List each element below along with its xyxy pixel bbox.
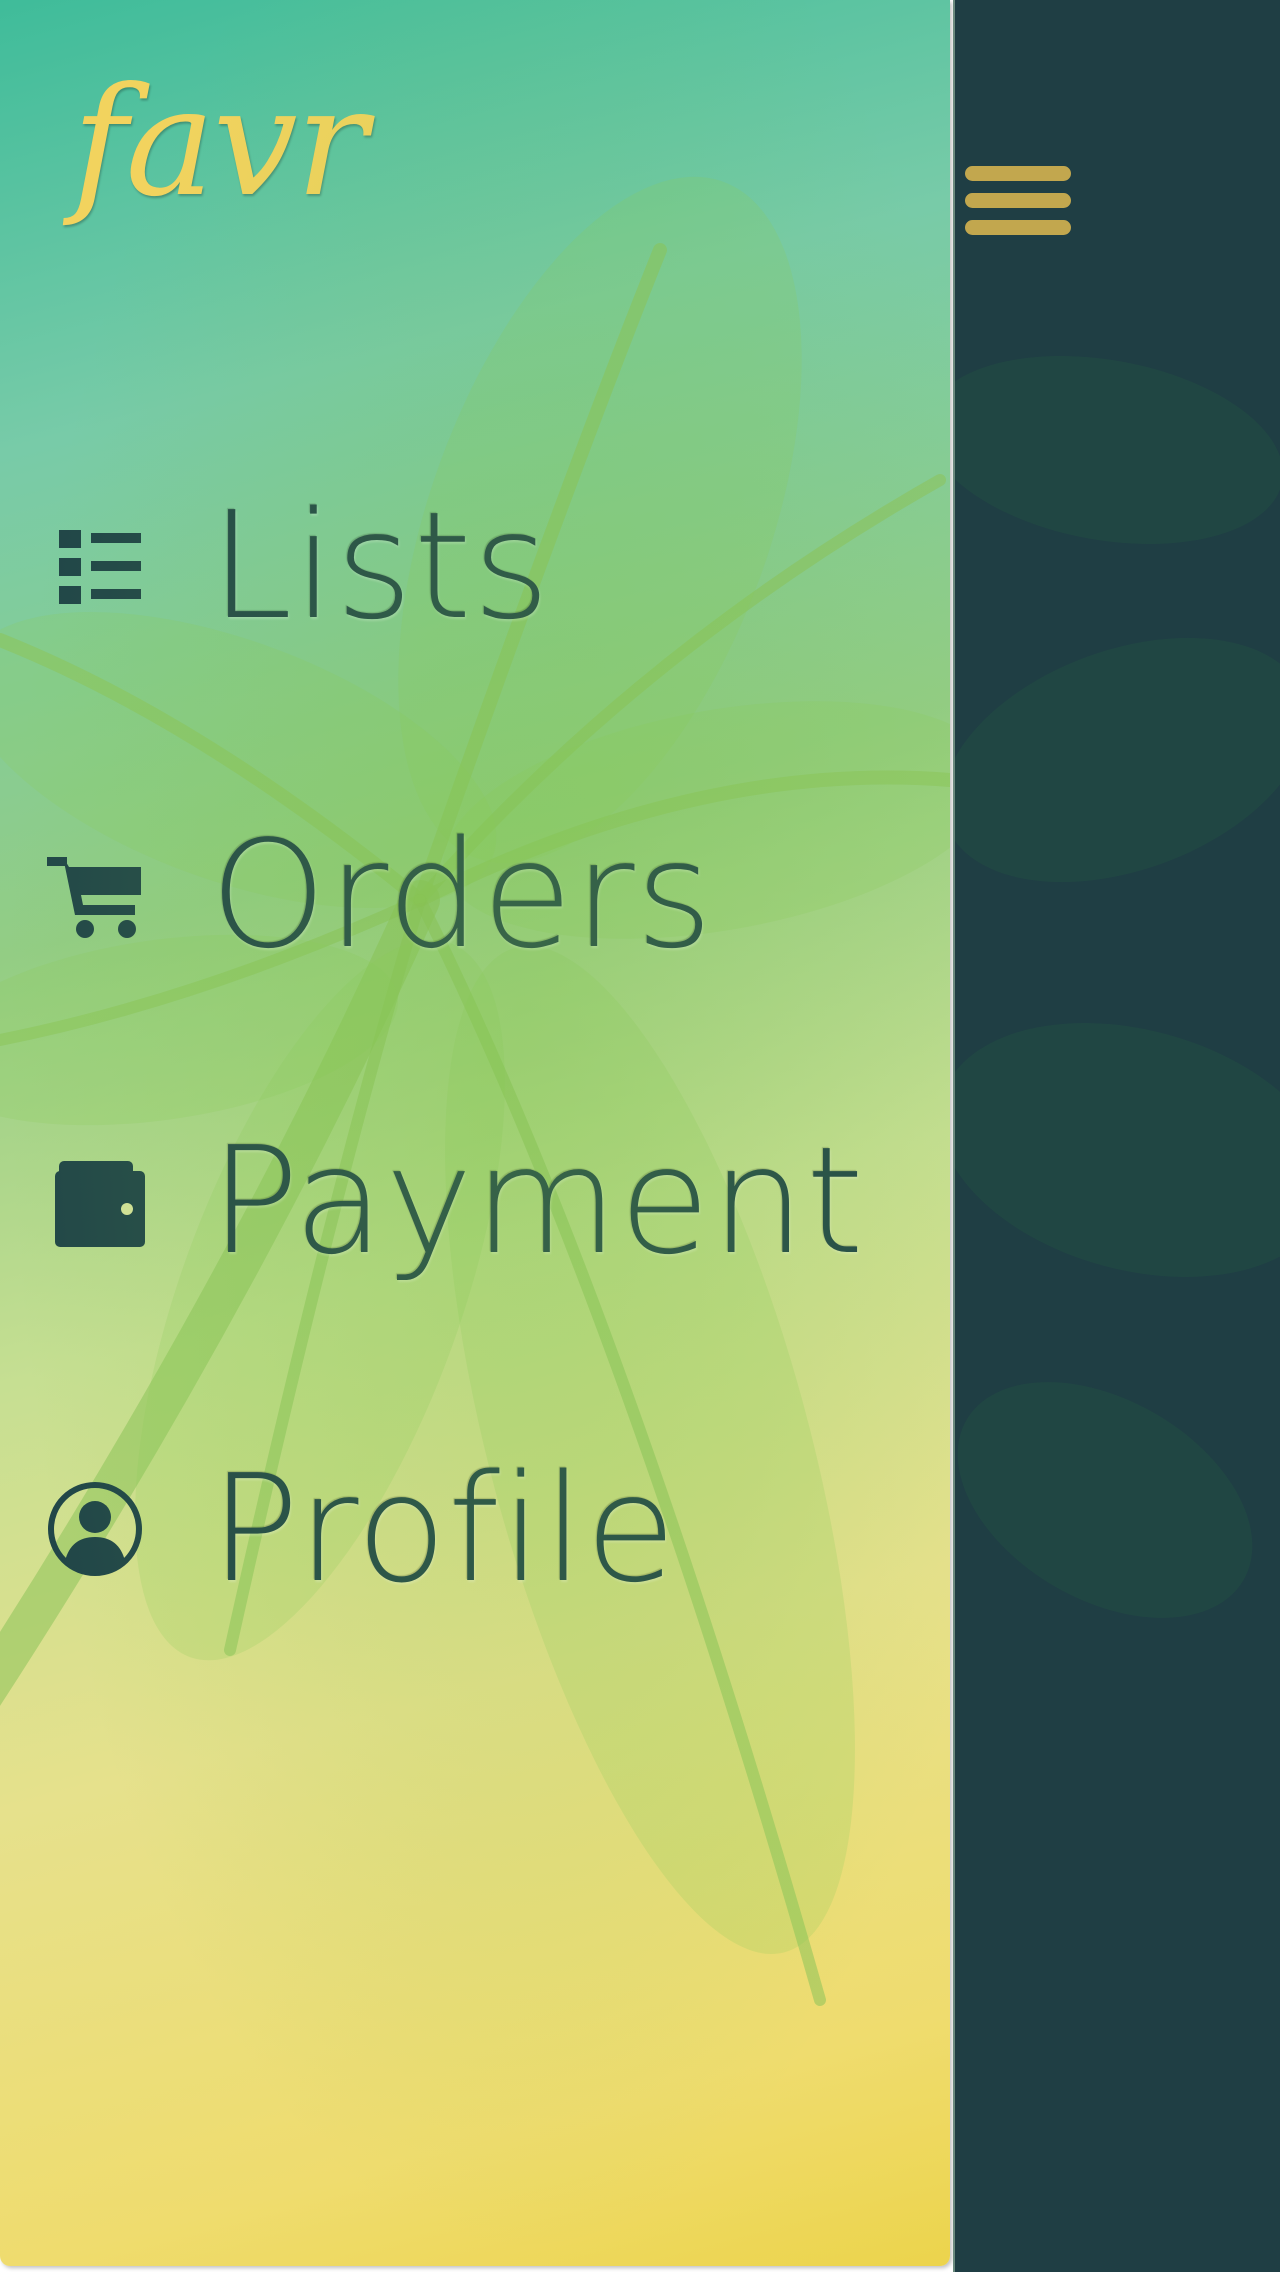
menu-item-label: Profile [210, 1443, 678, 1615]
menu-item-label: Orders [210, 809, 714, 981]
main-content-overlay[interactable] [953, 0, 1280, 2272]
app-logo[interactable]: favr [72, 68, 367, 218]
menu-item-label: Payment [210, 1115, 865, 1287]
menu-item-payment[interactable]: Payment [40, 1121, 864, 1281]
menu-item-label: Lists [210, 480, 551, 652]
navigation-drawer: favr Lists Orders Payment Profile [0, 0, 950, 2266]
user-circle-icon [40, 1474, 150, 1584]
palm-shadow-background [955, 356, 1280, 1618]
menu-item-lists[interactable]: Lists [40, 486, 550, 646]
menu-item-orders[interactable]: Orders [40, 815, 713, 975]
wallet-icon [40, 1146, 150, 1256]
menu-item-profile[interactable]: Profile [40, 1449, 676, 1609]
list-icon [40, 511, 150, 621]
cart-icon [40, 840, 150, 950]
hamburger-icon[interactable] [965, 160, 1075, 244]
